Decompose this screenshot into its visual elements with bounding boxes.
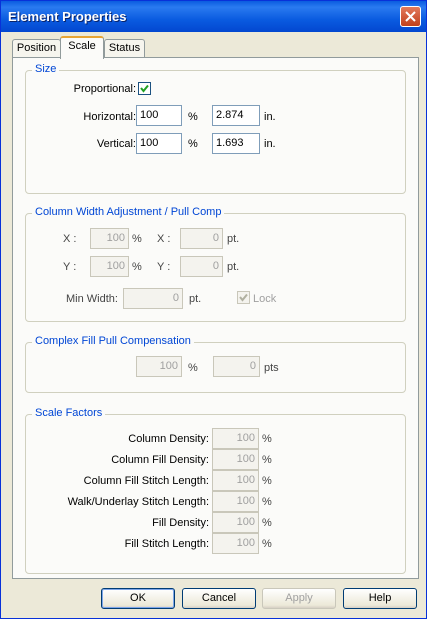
column-x-percent-unit: % — [132, 233, 142, 245]
title-bar[interactable]: Element Properties — [1, 1, 426, 32]
lock-checkbox[interactable] — [237, 291, 250, 304]
dialog-window: Element Properties Position Scale Status… — [0, 0, 427, 619]
fill-stitch-length-unit: % — [262, 538, 272, 550]
column-y-percent-unit: % — [132, 261, 142, 273]
vertical-percent-unit: % — [188, 138, 198, 150]
column-fill-stitch-length-unit: % — [262, 475, 272, 487]
min-width-input[interactable]: 0 — [123, 288, 183, 309]
fill-stitch-length-label: Fill Stitch Length: — [124, 538, 209, 550]
column-x-label-2: X : — [157, 233, 171, 245]
fill-density-label: Fill Density: — [152, 517, 209, 529]
column-width-legend: Column Width Adjustment / Pull Comp — [32, 206, 225, 218]
column-y-points-input[interactable]: 0 — [180, 256, 223, 277]
column-density-unit: % — [262, 433, 272, 445]
vertical-inches-unit: in. — [264, 138, 276, 150]
min-width-unit: pt. — [189, 293, 202, 305]
apply-button[interactable]: Apply — [262, 588, 336, 609]
walk-underlay-stitch-length-label: Walk/Underlay Stitch Length: — [67, 496, 209, 508]
complex-fill-percent-unit: % — [188, 362, 198, 374]
tab-scale[interactable]: Scale — [60, 36, 104, 59]
scale-tab-panel: Size Proportional: Horizontal: 100 % 2.8… — [12, 57, 419, 579]
proportional-checkbox[interactable] — [138, 82, 151, 95]
window-title: Element Properties — [8, 9, 127, 24]
cancel-button[interactable]: Cancel — [182, 588, 256, 609]
column-fill-stitch-length-label: Column Fill Stitch Length: — [83, 475, 209, 487]
column-x-points-input[interactable]: 0 — [180, 228, 223, 249]
complex-fill-points-input[interactable]: 0 — [213, 356, 260, 377]
complex-fill-points-unit: pts — [264, 362, 279, 374]
column-fill-density-input[interactable]: 100 — [212, 449, 259, 470]
column-density-input[interactable]: 100 — [212, 428, 259, 449]
tab-position[interactable]: Position — [12, 39, 61, 58]
column-fill-density-unit: % — [262, 454, 272, 466]
size-legend: Size — [32, 63, 60, 75]
column-width-group: Column Width Adjustment / Pull Comp X : … — [25, 206, 406, 322]
lock-label: Lock — [253, 293, 277, 305]
horizontal-percent-unit: % — [188, 111, 198, 123]
column-density-label: Column Density: — [128, 433, 209, 445]
vertical-inches-input[interactable]: 1.693 — [212, 133, 260, 154]
complex-fill-percent-input[interactable]: 100 — [136, 356, 182, 377]
column-x-points-unit: pt. — [227, 233, 240, 245]
vertical-percent-input[interactable]: 100 — [136, 133, 182, 154]
column-y-points-unit: pt. — [227, 261, 240, 273]
walk-underlay-stitch-length-input[interactable]: 100 — [212, 491, 259, 512]
column-fill-density-label: Column Fill Density: — [111, 454, 209, 466]
horizontal-inches-unit: in. — [264, 111, 276, 123]
column-x-percent-input[interactable]: 100 — [90, 228, 129, 249]
complex-fill-group: Complex Fill Pull Compensation 100 % 0 p… — [25, 335, 406, 393]
close-button[interactable] — [400, 6, 421, 27]
horizontal-inches-input[interactable]: 2.874 — [212, 105, 260, 126]
column-y-label-2: Y : — [157, 261, 171, 273]
help-button[interactable]: Help — [343, 588, 417, 609]
scale-factors-group: Scale Factors Column Density: 100 % Colu… — [25, 407, 406, 574]
vertical-label: Vertical: — [96, 138, 136, 150]
tab-status[interactable]: Status — [104, 39, 145, 58]
checkmark-icon — [239, 293, 248, 302]
column-fill-stitch-length-input[interactable]: 100 — [212, 470, 259, 491]
fill-density-unit: % — [262, 517, 272, 529]
proportional-label: Proportional: — [73, 83, 136, 95]
column-x-label: X : — [63, 233, 77, 245]
horizontal-label: Horizontal: — [83, 111, 136, 123]
size-group: Size Proportional: Horizontal: 100 % 2.8… — [25, 63, 406, 194]
column-y-label: Y : — [63, 261, 77, 273]
ok-button[interactable]: OK — [101, 588, 175, 609]
horizontal-percent-input[interactable]: 100 — [136, 105, 182, 126]
min-width-label: Min Width: — [66, 293, 118, 305]
fill-stitch-length-input[interactable]: 100 — [212, 533, 259, 554]
column-y-percent-input[interactable]: 100 — [90, 256, 129, 277]
fill-density-input[interactable]: 100 — [212, 512, 259, 533]
scale-factors-legend: Scale Factors — [32, 407, 106, 419]
walk-underlay-stitch-length-unit: % — [262, 496, 272, 508]
checkmark-icon — [140, 84, 149, 93]
close-icon — [405, 11, 416, 22]
complex-fill-legend: Complex Fill Pull Compensation — [32, 335, 194, 347]
